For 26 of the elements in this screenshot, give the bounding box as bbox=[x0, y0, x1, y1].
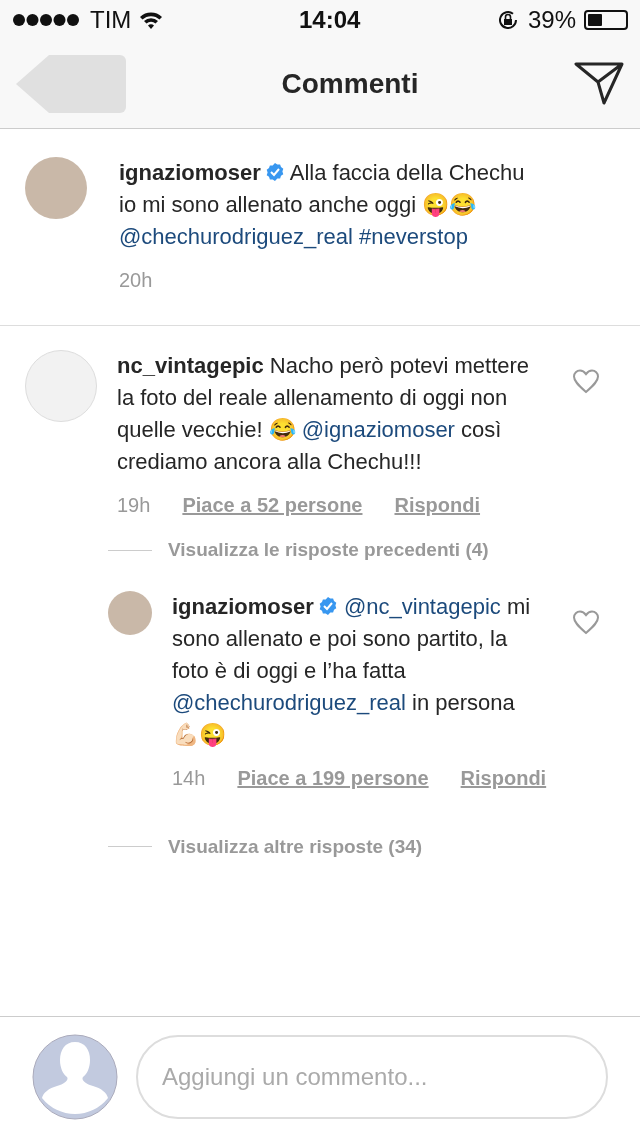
wifi-icon bbox=[139, 11, 164, 29]
comment-text: ignaziomoser @nc_vintagepic mi sono allenato e poi sono partito, la foto è di oggi e l’ha fatta @chechurodriguez_real in persona 💪🏻😜 bbox=[172, 592, 532, 749]
comment-time: 20h bbox=[119, 268, 153, 293]
signal-icon bbox=[12, 13, 82, 27]
heart-icon[interactable] bbox=[572, 368, 600, 394]
battery-percent: 39% bbox=[527, 5, 576, 35]
likes-link[interactable]: Piace a 52 persone bbox=[182, 490, 363, 520]
view-replies-link[interactable]: Visualizza le risposte precedenti (4) bbox=[168, 536, 489, 565]
comment-time: 19h bbox=[117, 493, 151, 518]
comment-input-field[interactable]: Aggiungi un commento... bbox=[136, 1034, 608, 1119]
send-icon[interactable] bbox=[574, 62, 624, 106]
reply-link[interactable]: Rispondi bbox=[394, 490, 481, 520]
clock: 14:04 bbox=[298, 5, 361, 35]
comment-time: 14h bbox=[172, 765, 206, 791]
heart-icon[interactable] bbox=[572, 608, 600, 635]
carrier-name: TIM bbox=[90, 5, 132, 35]
avatar[interactable] bbox=[108, 590, 152, 635]
view-replies-link[interactable]: Visualizza altre risposte (34) bbox=[168, 832, 423, 861]
user-silhouette-icon bbox=[32, 1033, 118, 1120]
likes-link[interactable]: Piace a 199 persone bbox=[237, 762, 429, 793]
battery-icon bbox=[584, 10, 628, 30]
comment-text: nc_vintagepic Nacho però potevi mettere la foto del reale allenamento di oggi non quelle vecchie! 😂 @ignaziomoser così crediamo ancora alla Chechu!!! bbox=[117, 352, 531, 476]
back-button[interactable] bbox=[16, 55, 126, 113]
reply-link[interactable]: Rispondi bbox=[460, 762, 547, 793]
comment-text: ignaziomoser Alla faccia della Chechu io mi sono allenato anche oggi 😜😂 @chechurodriguez_real #neverstop bbox=[119, 159, 526, 251]
screen-title: Commenti bbox=[281, 67, 419, 101]
